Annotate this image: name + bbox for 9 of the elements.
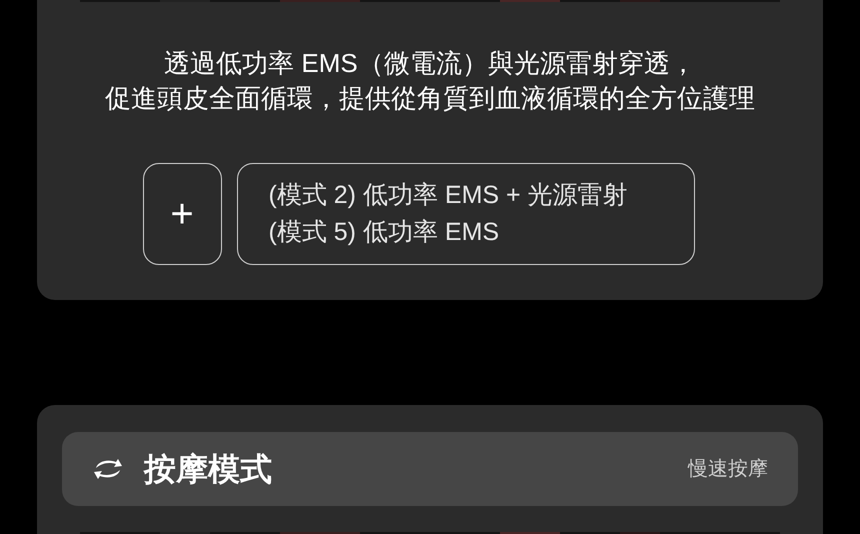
description-line: 促進頭皮全面循環，提供從角質到血液循環的全方位護理 [105,82,755,115]
section-title: 按摩模式 [144,450,272,489]
rotate-icon [92,457,124,481]
mode-text: (模式 5) 低功率 EMS [268,217,500,248]
description-line: 透過低功率 EMS（微電流）與光源雷射穿透， [164,47,696,80]
massage-mode-bar[interactable]: 按摩模式 慢速按摩 [62,432,798,506]
add-button[interactable]: + [142,163,222,265]
mode-text: (模式 2) 低功率 EMS + 光源雷射 [268,180,629,211]
mode-value: 慢速按摩 [688,457,768,482]
